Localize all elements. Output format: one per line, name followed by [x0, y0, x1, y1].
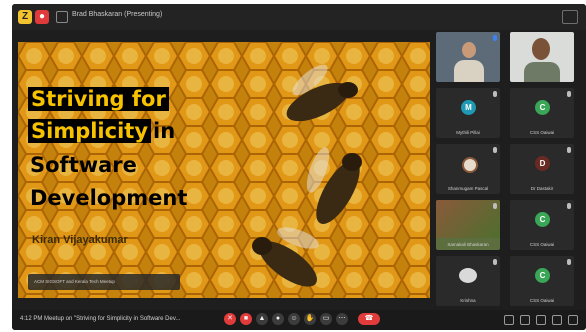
participant-video	[532, 38, 550, 60]
recording-indicator-button[interactable]: ●	[35, 10, 49, 24]
slide-title-line-1: Striving for	[28, 86, 169, 112]
screen-share-icon	[56, 11, 68, 23]
mic-off-icon	[567, 147, 571, 153]
participant-name: Mythili Pillai	[456, 130, 480, 135]
record-button[interactable]: ●	[272, 313, 284, 325]
participant-body	[454, 60, 484, 82]
participant-name: CSS Oaiwai	[529, 242, 555, 247]
slide-caption: ACM SIGSOFT and Kerala Tech Meetup	[28, 274, 180, 290]
meeting-time: 4:12 PM	[20, 316, 43, 322]
meeting-info-button[interactable]: Z	[18, 10, 32, 24]
info-icon[interactable]	[504, 315, 514, 325]
more-options-button[interactable]: ⋯	[336, 313, 348, 325]
participant-name: CSS Oaiwai	[529, 130, 555, 135]
activities-icon[interactable]	[552, 315, 562, 325]
camera-toggle-button[interactable]: ■	[240, 313, 252, 325]
participant-tile-7[interactable]: Samakali Bhaskaran	[436, 200, 500, 250]
chat-icon[interactable]	[536, 315, 546, 325]
participant-tile-9[interactable]: Krishna	[436, 256, 500, 306]
participant-video	[436, 200, 500, 238]
meeting-name: Meetup on "Striving for Simplicity in So…	[44, 316, 181, 322]
top-bar: Z ● Brad Bhaskaran (Presenting)	[12, 4, 586, 30]
participant-tile-6[interactable]: D Dr Dastakir	[510, 144, 574, 194]
participant-tile-8[interactable]: C CSS Oaiwai	[510, 200, 574, 250]
slide-title-line-2: Simplicity in	[28, 118, 177, 144]
reactions-button[interactable]: ☺	[288, 313, 300, 325]
participants-icon[interactable]	[520, 315, 530, 325]
participant-tile-3[interactable]: M Mythili Pillai	[436, 88, 500, 138]
raise-hand-button[interactable]: ✋	[304, 313, 316, 325]
participant-video	[462, 42, 476, 58]
mic-toggle-button[interactable]: ✕	[224, 313, 236, 325]
participant-tile-4[interactable]: C CSS Oaiwai	[510, 88, 574, 138]
participant-tile-2[interactable]	[510, 32, 574, 82]
lock-icon[interactable]	[568, 315, 578, 325]
participant-body	[524, 62, 560, 82]
avatar: D	[535, 156, 550, 171]
captions-button[interactable]: ▭	[320, 313, 332, 325]
avatar: C	[535, 268, 550, 283]
mic-off-icon	[493, 259, 497, 265]
window-title: Brad Bhaskaran (Presenting)	[72, 11, 163, 18]
avatar: C	[535, 212, 550, 227]
participant-name: Dr Dastakir	[530, 186, 554, 191]
mic-off-icon	[493, 203, 497, 209]
mic-off-icon	[493, 91, 497, 97]
participant-tile-10[interactable]: C CSS Oaiwai	[510, 256, 574, 306]
slide-title-line-4: Development	[30, 186, 188, 210]
mic-off-icon	[567, 259, 571, 265]
participant-name: Samakali Bhaskaran	[447, 242, 489, 247]
meeting-window: Z ● Brad Bhaskaran (Presenting) Striving…	[12, 4, 586, 330]
slide-title-line-3: Software	[30, 153, 137, 177]
participant-name: Shanmugam Pascal	[447, 186, 489, 191]
avatar	[459, 268, 477, 283]
participant-name: Krishna	[460, 298, 476, 303]
avatar	[462, 157, 478, 173]
mic-off-icon	[567, 91, 571, 97]
participant-tile-5[interactable]: Shanmugam Pascal	[436, 144, 500, 194]
slide-author: Kiran Vijayakumar	[32, 234, 128, 246]
screen-share-button[interactable]: ▲	[256, 313, 268, 325]
participant-tile-1[interactable]	[436, 32, 500, 82]
avatar: C	[535, 100, 550, 115]
mic-off-icon	[567, 203, 571, 209]
shared-screen: Striving for Simplicity in Software Devel…	[18, 42, 430, 298]
avatar: M	[461, 100, 476, 115]
view-toggle-button[interactable]	[562, 10, 578, 24]
participant-name: CSS Oaiwai	[529, 298, 555, 303]
mic-off-icon	[493, 147, 497, 153]
mic-icon	[493, 35, 497, 41]
leave-call-button[interactable]: ☎	[358, 313, 380, 325]
meeting-toolbar: 4:12 PM Meetup on "Striving for Simplici…	[12, 310, 586, 330]
